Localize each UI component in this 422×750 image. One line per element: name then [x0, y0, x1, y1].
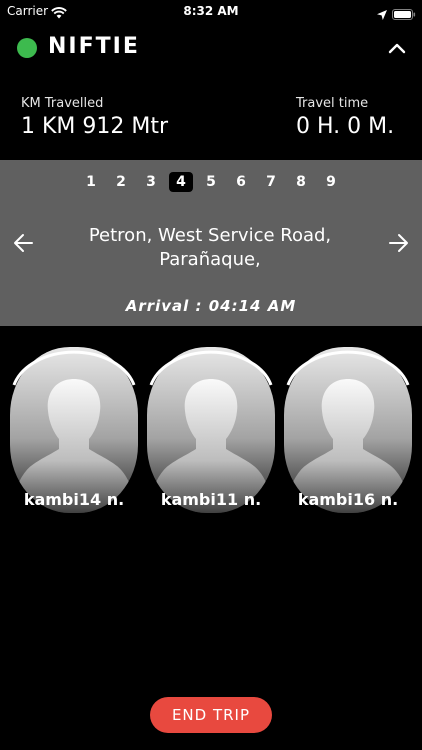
stop-tab-4[interactable]: 4 — [169, 172, 193, 192]
passenger-name: kambi14 n. — [23, 490, 125, 509]
battery-icon — [392, 5, 416, 24]
stop-tab-7[interactable]: 7 — [259, 172, 283, 192]
stop-address-line1: Petron, West Service Road, — [88, 225, 332, 246]
stop-address-line2: Parañaque, — [159, 249, 261, 270]
arrival-time: Arrival : 04:14 AM — [125, 297, 297, 315]
travel-time-label: Travel time — [296, 96, 369, 111]
travel-time-value: 0 H. 0 M. — [296, 114, 395, 139]
stop-tab-6[interactable]: 6 — [229, 172, 253, 192]
page-title: NIFTIE — [48, 34, 140, 59]
passenger-name: kambi11 n. — [160, 490, 262, 509]
passenger-card[interactable]: kambi14 n. — [10, 345, 138, 515]
stop-tab-8[interactable]: 8 — [289, 172, 313, 192]
passenger-name: kambi16 n. — [297, 490, 399, 509]
location-arrow-icon — [377, 5, 387, 24]
stop-tab-9[interactable]: 9 — [319, 172, 343, 192]
stop-tabs: 123456789 — [0, 172, 422, 194]
status-bar: Carrier 8:32 AM — [0, 0, 422, 22]
trip-header: NIFTIE — [0, 28, 422, 72]
passenger-list: kambi14 n. kambi11 n. kambi16 n. — [0, 345, 422, 525]
km-travelled-label: KM Travelled — [21, 96, 104, 111]
clock: 8:32 AM — [183, 4, 239, 18]
stop-tab-2[interactable]: 2 — [109, 172, 133, 192]
passenger-card[interactable]: kambi11 n. — [147, 345, 275, 515]
stop-tab-5[interactable]: 5 — [199, 172, 223, 192]
end-trip-button[interactable]: END TRIP — [150, 697, 272, 733]
stop-panel: 123456789 Petron, West Service Road, Par… — [0, 160, 422, 326]
km-travelled-value: 1 KM 912 Mtr — [21, 114, 169, 139]
status-indicator — [17, 38, 37, 58]
passenger-card[interactable]: kambi16 n. — [284, 345, 412, 515]
stop-address: Petron, West Service Road, Parañaque, — [60, 224, 360, 272]
stop-tab-1[interactable]: 1 — [79, 172, 103, 192]
arrow-right-icon[interactable] — [386, 232, 410, 254]
chevron-up-icon[interactable] — [384, 38, 410, 58]
arrow-left-icon[interactable] — [12, 232, 36, 254]
stop-tab-3[interactable]: 3 — [139, 172, 163, 192]
